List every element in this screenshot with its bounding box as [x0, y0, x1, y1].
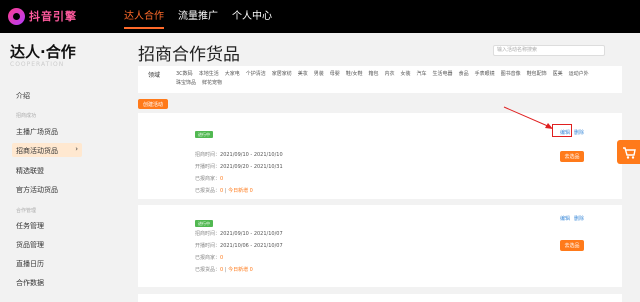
category-item[interactable]: 医美 [553, 70, 563, 79]
sidebar-brand-sub: COOPERATION [10, 61, 65, 68]
category-item[interactable]: 家居家纺 [272, 70, 292, 79]
chevron-right-icon: › [75, 145, 78, 153]
sidebar-item-activity-goods[interactable]: 招商活动货品 › [12, 143, 82, 157]
sidebar-group-label: 合作管理 [16, 208, 37, 214]
sidebar-item-official[interactable]: 官方活动货品 [16, 185, 58, 195]
category-item[interactable]: 美妆 [298, 70, 308, 79]
sidebar-group-label: 招商成功 [16, 113, 37, 119]
sidebar-item-tasks[interactable]: 任务管理 [16, 221, 44, 231]
nav-item-traffic[interactable]: 流量推广 [178, 0, 218, 33]
logo-text: 抖音引擎 [29, 10, 77, 23]
delete-link[interactable]: 删除 [574, 129, 584, 136]
recruit-time-row: 招商时间：2021/09/10 - 2021/10/07 [195, 231, 283, 237]
sidebar-item-goods[interactable]: 货品管理 [16, 240, 44, 250]
goods-row: 已报货品：0 | 今日新增 0 [195, 267, 253, 273]
category-item[interactable]: 内衣 [385, 70, 395, 79]
live-time-row: 开播时间：2021/09/20 - 2021/10/31 [195, 164, 283, 170]
category-item[interactable]: 运动户外 [569, 70, 589, 79]
category-item[interactable]: 鞋包配饰 [527, 70, 547, 79]
recruit-time-row: 招商时间：2021/09/10 - 2021/10/10 [195, 152, 283, 158]
sidebar: 达人·合作 COOPERATION 介绍 招商成功 主播广场货品 招商活动货品 … [0, 33, 92, 302]
category-item[interactable]: 个护清洁 [246, 70, 266, 79]
category-filter: 领域 3C数码 本地生活 大家电 个护清洁 家居家纺 美妆 男装 母婴 鞋/女鞋… [138, 66, 622, 93]
category-item[interactable]: 图书音像 [501, 70, 521, 79]
top-navbar: 抖音引擎 达人合作 流量推广 个人中心 [0, 0, 640, 33]
activity-card: 进行中 招商时间：2021/09/10 - 2021/10/07 开播时间：20… [138, 205, 622, 287]
category-item[interactable]: 3C数码 [176, 70, 193, 79]
nav-item-personal[interactable]: 个人中心 [232, 0, 272, 33]
sidebar-item-anchor-goods[interactable]: 主播广场货品 [16, 127, 58, 137]
edit-link[interactable]: 编辑 [560, 215, 570, 222]
category-item[interactable]: 食品 [459, 70, 469, 79]
sidebar-item-calendar[interactable]: 直播日历 [16, 259, 44, 269]
sidebar-brand: 达人·合作 [10, 43, 76, 61]
category-item[interactable]: 鞋/女鞋 [346, 70, 363, 79]
category-item[interactable]: 汽车 [417, 70, 427, 79]
category-item[interactable]: 女装 [401, 70, 411, 79]
sidebar-item-label: 招商活动货品 [16, 147, 58, 155]
status-badge: 进行中 [195, 220, 213, 227]
activity-card [138, 294, 622, 302]
category-item[interactable]: 母婴 [330, 70, 340, 79]
cart-icon [623, 147, 636, 159]
merchants-row: 已报商家：0 [195, 176, 224, 182]
floating-cart-button[interactable] [617, 140, 640, 164]
main-nav: 达人合作 流量推广 个人中心 [124, 0, 286, 33]
sidebar-item-data[interactable]: 合作数据 [16, 278, 44, 288]
category-item[interactable]: 鲜花宠物 [202, 79, 222, 88]
category-item[interactable]: 箱包 [368, 70, 378, 79]
category-item[interactable]: 男装 [314, 70, 324, 79]
page-title: 招商合作货品 [138, 45, 240, 65]
annotation-arrow-icon [503, 106, 553, 129]
category-item[interactable]: 大家电 [225, 70, 240, 79]
category-item[interactable]: 手表眼镜 [475, 70, 495, 79]
category-item[interactable]: 珠宝饰品 [176, 79, 196, 88]
logo-icon [8, 7, 25, 25]
select-goods-button[interactable]: 去选品 [560, 151, 584, 162]
category-item[interactable]: 本地生活 [199, 70, 219, 79]
live-time-row: 开播时间：2021/10/06 - 2021/10/07 [195, 243, 283, 249]
status-badge: 进行中 [195, 131, 213, 138]
category-list: 3C数码 本地生活 大家电 个护清洁 家居家纺 美妆 男装 母婴 鞋/女鞋 箱包… [176, 70, 616, 88]
sidebar-item-alliance[interactable]: 精选联盟 [16, 166, 44, 176]
logo[interactable]: 抖音引擎 [8, 7, 77, 25]
delete-link[interactable]: 删除 [574, 215, 584, 222]
filter-label: 领域 [148, 72, 161, 79]
create-activity-button[interactable]: 创建活动 [138, 99, 168, 109]
select-goods-button[interactable]: 去选品 [560, 240, 584, 251]
category-item[interactable]: 生活电器 [433, 70, 453, 79]
goods-row: 已报货品：0 | 今日新增 0 [195, 188, 253, 194]
sidebar-item-intro[interactable]: 介绍 [16, 91, 30, 101]
merchants-row: 已报商家：0 [195, 255, 224, 261]
nav-item-cooperation[interactable]: 达人合作 [124, 0, 164, 33]
search-input[interactable]: 输入活动名称搜索 [493, 45, 605, 56]
